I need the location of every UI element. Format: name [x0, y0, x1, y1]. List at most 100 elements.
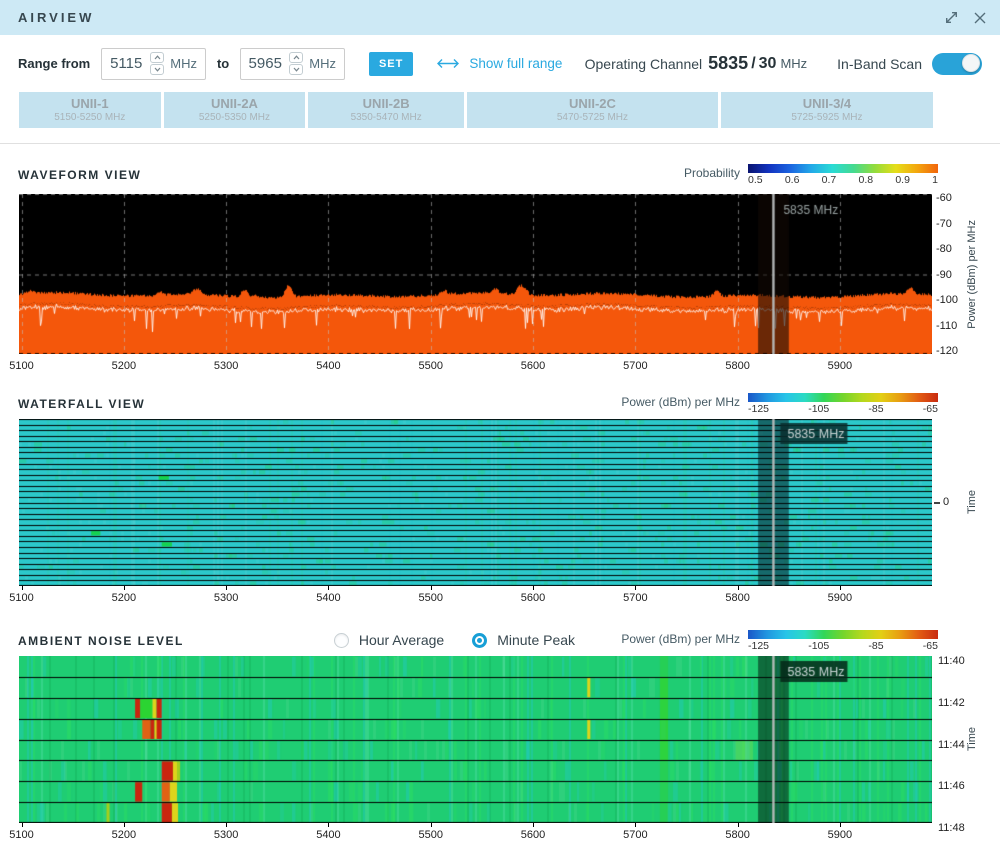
- ambient-legend-ticks: -125-105-85-65: [748, 640, 938, 652]
- x-tick-label: 5900: [828, 592, 852, 604]
- x-tick-label: 5200: [112, 592, 136, 604]
- ambient-header: AMBIENT NOISE LEVEL Hour Average Minute P…: [0, 627, 1000, 655]
- radio-hour-average[interactable]: Hour Average: [334, 632, 444, 648]
- operating-channel-label: Operating Channel: [585, 56, 703, 72]
- ambient-mode-radios: Hour Average Minute Peak: [334, 632, 575, 648]
- x-tick-label: 5100: [9, 592, 33, 604]
- range-to-field: 5965 MHz: [240, 48, 345, 80]
- waveform-plot-row: Power (dBm) per MHz -60-70-80-90-100-110…: [0, 194, 1000, 354]
- unii-band-range: 5350-5470 MHz: [351, 112, 422, 124]
- unii-band-range: 5470-5725 MHz: [557, 112, 628, 124]
- range-from-value[interactable]: 5115: [102, 55, 150, 72]
- ambient-time-label: 11:40: [938, 655, 965, 667]
- legend-tick: -105: [808, 403, 829, 415]
- divider: [0, 143, 1000, 144]
- waterfall-title: WATERFALL VIEW: [18, 397, 145, 411]
- probability-gradient-bar: [748, 164, 938, 173]
- radio-minute-peak[interactable]: Minute Peak: [472, 632, 575, 648]
- legend-tick: -85: [868, 640, 883, 652]
- expand-icon[interactable]: [943, 9, 960, 26]
- window-title: AIRVIEW: [18, 10, 94, 25]
- waveform-header: WAVEFORM VIEW Probability 0.50.60.70.80.…: [0, 153, 1000, 186]
- unii-band-name: UNII-2B: [363, 96, 410, 112]
- ambient-time-label: 11:44: [938, 739, 965, 751]
- waveform-y-tick-label: -80: [936, 243, 952, 255]
- x-tick-label: 5600: [521, 360, 545, 372]
- set-button[interactable]: SET: [369, 52, 413, 76]
- x-tick-label: 5300: [214, 592, 238, 604]
- waveform-y-tick-label: -70: [936, 218, 952, 230]
- ambient-power-legend: Power (dBm) per MHz -125-105-85-65: [621, 630, 938, 652]
- x-tick-label: 5500: [418, 592, 442, 604]
- radio-label: Minute Peak: [497, 632, 575, 648]
- waveform-y-tick-label: -120: [936, 345, 958, 357]
- airview-window: AIRVIEW Range from 5115: [0, 0, 1000, 868]
- unii-band-2[interactable]: UNII-2A5250-5350 MHz: [164, 92, 306, 128]
- waveform-y-axis-title: Power (dBm) per MHz: [966, 220, 978, 329]
- legend-tick: -125: [748, 640, 769, 652]
- titlebar: AIRVIEW: [0, 0, 1000, 35]
- waveform-y-tick-label: -110: [936, 320, 957, 332]
- unii-band-1[interactable]: UNII-15150-5250 MHz: [19, 92, 161, 128]
- to-label: to: [217, 56, 229, 71]
- radio-selected-icon: [472, 633, 487, 648]
- x-tick-label: 5400: [316, 360, 340, 372]
- legend-tick: 0.9: [895, 174, 910, 186]
- unii-band-3[interactable]: UNII-2B5350-5470 MHz: [308, 92, 464, 128]
- x-tick-label: 5400: [316, 829, 340, 841]
- legend-tick: -105: [808, 640, 829, 652]
- unii-band-name: UNII-2A: [211, 96, 258, 112]
- x-tick-label: 5700: [623, 360, 647, 372]
- ambient-x-axis: 510052005300540055005600570058005900: [0, 826, 1000, 844]
- x-tick-label: 5900: [828, 360, 852, 372]
- x-tick-label: 5100: [9, 829, 33, 841]
- unii-band-range: 5725-5925 MHz: [791, 112, 862, 124]
- in-band-scan-label: In-Band Scan: [837, 56, 922, 72]
- x-tick-label: 5800: [725, 360, 749, 372]
- range-from-increment-button[interactable]: [150, 52, 164, 63]
- range-from-decrement-button[interactable]: [150, 64, 164, 75]
- x-tick-label: 5100: [9, 360, 33, 372]
- x-tick-label: 5500: [418, 829, 442, 841]
- waveform-canvas[interactable]: [19, 194, 932, 354]
- unii-band-5[interactable]: UNII-3/45725-5925 MHz: [721, 92, 933, 128]
- x-tick-label: 5200: [112, 829, 136, 841]
- waveform-y-tick-label: -100: [936, 294, 958, 306]
- x-tick-label: 5800: [725, 592, 749, 604]
- waveform-x-axis: 510052005300540055005600570058005900: [0, 357, 1000, 375]
- waterfall-plot-row: 0 Time: [0, 419, 1000, 586]
- ambient-y-axis-title: Time: [966, 727, 978, 751]
- legend-tick: -85: [868, 403, 883, 415]
- power-gradient-bar-2: [748, 630, 938, 639]
- probability-legend: Probability 0.50.60.70.80.91: [684, 164, 938, 186]
- ambient-canvas[interactable]: [19, 656, 932, 823]
- controls-bar: Range from 5115 MHz to 5965 MHz SET: [0, 35, 1000, 92]
- close-icon[interactable]: [972, 10, 988, 26]
- legend-tick: 0.6: [785, 174, 800, 186]
- unii-band-range: 5250-5350 MHz: [199, 112, 270, 124]
- x-tick-label: 5700: [623, 829, 647, 841]
- probability-legend-ticks: 0.50.60.70.80.91: [748, 174, 938, 186]
- x-tick-label: 5300: [214, 360, 238, 372]
- range-from-label: Range from: [18, 56, 90, 71]
- legend-tick: -125: [748, 403, 769, 415]
- x-tick-label: 5300: [214, 829, 238, 841]
- unii-band-4[interactable]: UNII-2C5470-5725 MHz: [467, 92, 718, 128]
- waterfall-power-legend: Power (dBm) per MHz -125-105-85-65: [621, 393, 938, 415]
- legend-tick: 0.8: [858, 174, 873, 186]
- range-to-value[interactable]: 5965: [241, 55, 289, 72]
- in-band-scan-toggle[interactable]: [932, 53, 982, 75]
- show-full-range-link[interactable]: Show full range: [435, 56, 562, 71]
- range-to-increment-button[interactable]: [289, 52, 303, 63]
- waterfall-time-tick: [934, 502, 940, 504]
- power-legend-ticks: -125-105-85-65: [748, 403, 938, 415]
- ambient-title: AMBIENT NOISE LEVEL: [18, 634, 184, 648]
- waterfall-canvas[interactable]: [19, 419, 932, 586]
- unii-band-name: UNII-2C: [569, 96, 616, 112]
- range-to-decrement-button[interactable]: [289, 64, 303, 75]
- x-tick-label: 5600: [521, 829, 545, 841]
- ambient-time-label: 11:42: [938, 697, 965, 709]
- waterfall-time-tick-label: 0: [943, 496, 949, 508]
- range-to-unit: MHz: [309, 56, 336, 71]
- legend-tick: 1: [932, 174, 938, 186]
